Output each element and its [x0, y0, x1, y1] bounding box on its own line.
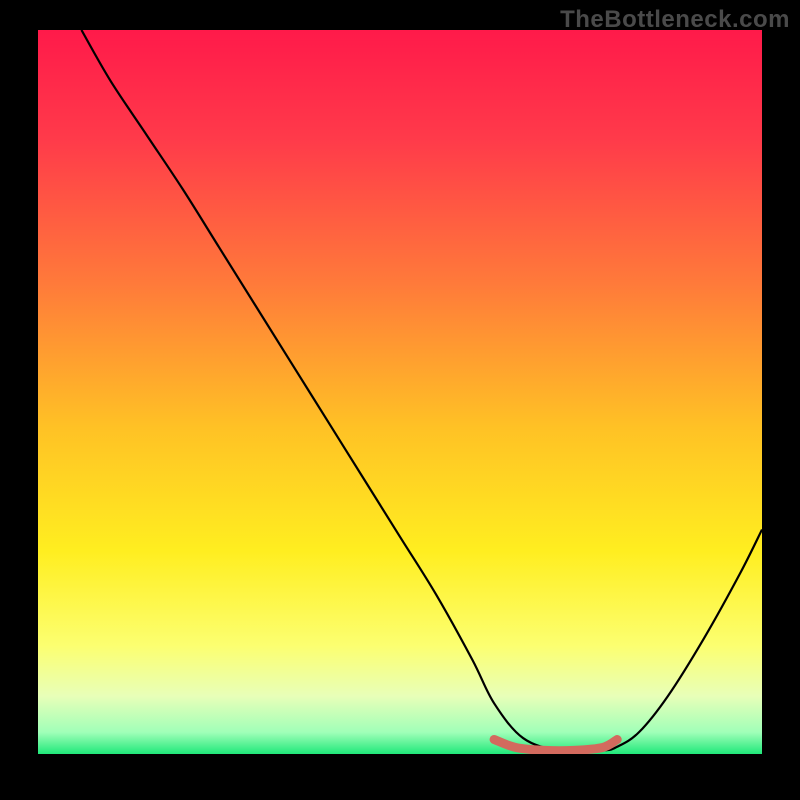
chart-container: TheBottleneck.com: [0, 0, 800, 800]
curve-layer: [38, 30, 762, 754]
optimal-band: [494, 740, 617, 751]
watermark-text: TheBottleneck.com: [560, 6, 790, 34]
plot-area: [38, 30, 762, 754]
bottleneck-curve: [81, 30, 762, 751]
